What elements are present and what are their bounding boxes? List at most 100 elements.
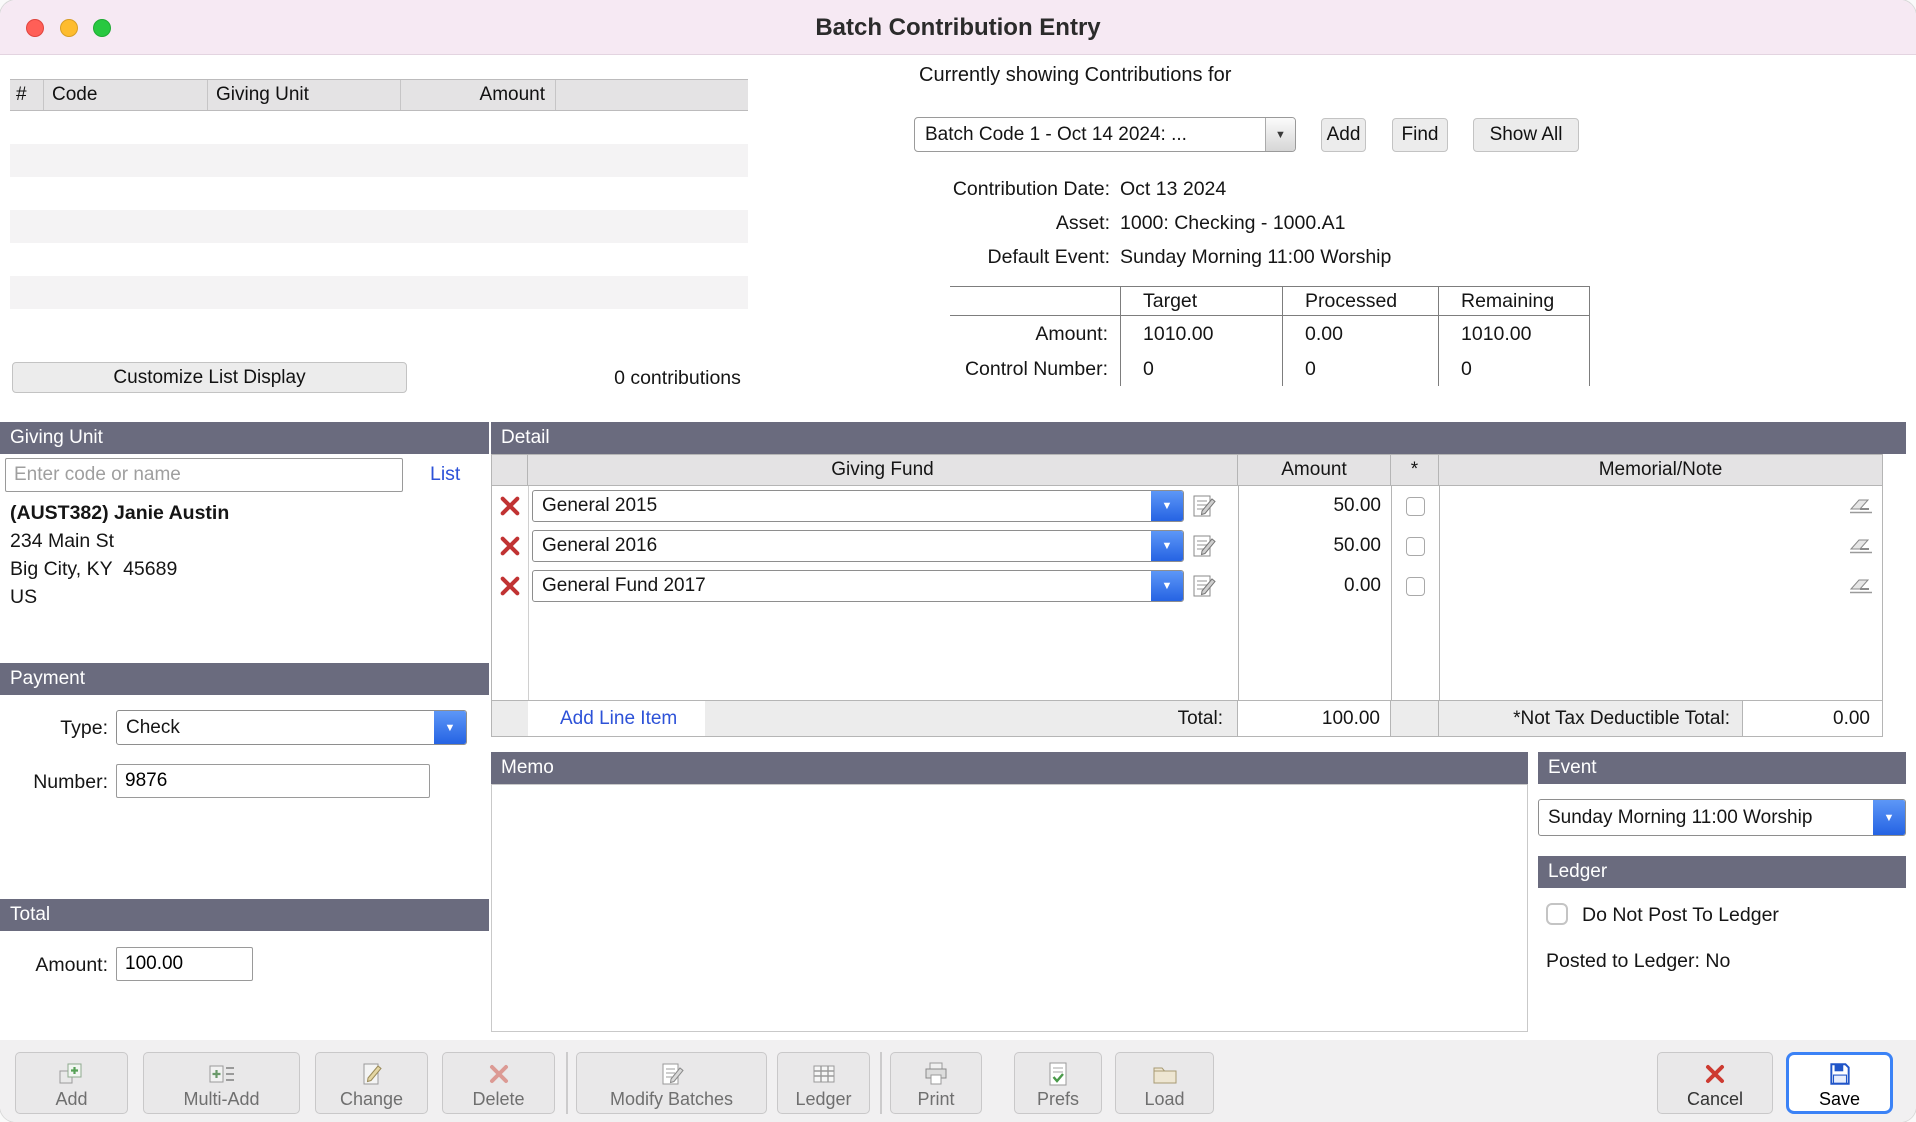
payment-type-select[interactable]: Check ▼ xyxy=(116,710,467,745)
payment-type-value: Check xyxy=(117,717,434,739)
edit-note-icon xyxy=(1192,493,1216,519)
close-window-button[interactable] xyxy=(26,19,44,37)
modify-batches-button[interactable]: Modify Batches xyxy=(576,1052,767,1114)
chevron-down-icon: ▼ xyxy=(1873,800,1905,835)
currently-showing-label: Currently showing Contributions for xyxy=(919,64,1231,87)
zoom-window-button[interactable] xyxy=(93,19,111,37)
change-button[interactable]: Change xyxy=(315,1052,428,1114)
memorial-note-cell[interactable] xyxy=(1440,566,1882,606)
summary-amount-remaining: 1010.00 xyxy=(1438,316,1590,352)
batch-summary-table: Target Processed Remaining Amount: 1010.… xyxy=(950,286,1590,386)
edit-line-button[interactable] xyxy=(1192,573,1216,599)
ledger-button[interactable]: Ledger xyxy=(777,1052,870,1114)
memorial-note-cell[interactable] xyxy=(1440,486,1882,526)
contributions-list: # Code Giving Unit Amount xyxy=(10,79,748,342)
posted-to-ledger-status: Posted to Ledger: No xyxy=(1546,950,1730,973)
not-tax-deductible-checkbox[interactable] xyxy=(1406,577,1425,596)
summary-header-remaining: Remaining xyxy=(1438,286,1590,316)
add-line-item-link[interactable]: Add Line Item xyxy=(560,708,677,730)
event-section-header: Event xyxy=(1538,752,1906,784)
footer-delete-column xyxy=(492,701,528,736)
column-header-code[interactable]: Code xyxy=(44,80,208,110)
chevron-down-icon: ▼ xyxy=(1151,491,1183,521)
prefs-button[interactable]: Prefs xyxy=(1014,1052,1102,1114)
save-button-label: Save xyxy=(1819,1089,1860,1110)
total-amount-input[interactable] xyxy=(116,947,253,981)
batch-find-button[interactable]: Find xyxy=(1392,118,1448,152)
contribution-date-value: Oct 13 2024 xyxy=(1120,178,1226,201)
batch-select[interactable]: Batch Code 1 - Oct 14 2024: ... ▼ xyxy=(914,117,1296,152)
line-amount-cell[interactable]: 50.00 xyxy=(1239,486,1391,526)
giving-fund-select[interactable]: General Fund 2017 ▼ xyxy=(532,570,1184,602)
batch-add-button[interactable]: Add xyxy=(1321,118,1366,152)
chevron-down-icon: ▼ xyxy=(1151,571,1183,601)
cancel-button[interactable]: Cancel xyxy=(1657,1052,1773,1114)
edit-line-button[interactable] xyxy=(1192,533,1216,559)
batch-contribution-entry-window: Batch Contribution Entry # Code Giving U… xyxy=(0,0,1916,1122)
giving-fund-value: General 2016 xyxy=(533,535,1151,557)
add-button-label: Add xyxy=(55,1089,87,1110)
not-tax-deductible-checkbox[interactable] xyxy=(1406,497,1425,516)
payment-number-label: Number: xyxy=(0,771,108,794)
chevron-down-icon: ▼ xyxy=(434,711,466,744)
change-icon xyxy=(359,1059,385,1089)
summary-amount-processed: 0.00 xyxy=(1282,316,1438,352)
load-button-label: Load xyxy=(1144,1089,1184,1110)
giving-fund-select[interactable]: General 2016 ▼ xyxy=(532,530,1184,562)
save-button[interactable]: Save xyxy=(1786,1052,1893,1114)
summary-control-number-label: Control Number: xyxy=(950,352,1120,386)
chevron-down-icon: ▼ xyxy=(1265,118,1295,151)
giving-fund-select[interactable]: General 2015 ▼ xyxy=(532,490,1184,522)
address-line: US xyxy=(10,583,229,611)
memorial-note-cell[interactable] xyxy=(1440,526,1882,566)
event-select[interactable]: Sunday Morning 11:00 Worship ▼ xyxy=(1538,799,1906,836)
multi-add-button[interactable]: Multi-Add xyxy=(143,1052,300,1114)
titlebar: Batch Contribution Entry xyxy=(0,0,1916,55)
not-tax-deductible-checkbox[interactable] xyxy=(1406,537,1425,556)
cancel-icon xyxy=(1703,1059,1727,1089)
delete-x-icon xyxy=(499,575,521,597)
detail-header-star: * xyxy=(1391,455,1439,485)
giving-unit-list-link[interactable]: List xyxy=(430,463,460,486)
detail-header-delete-column xyxy=(492,455,528,485)
delete-line-button[interactable] xyxy=(492,526,528,566)
load-button[interactable]: Load xyxy=(1115,1052,1214,1114)
detail-table-header: Giving Fund Amount * Memorial/Note xyxy=(491,454,1883,486)
batch-show-all-button[interactable]: Show All xyxy=(1473,118,1579,152)
list-row-empty xyxy=(10,111,748,144)
detail-total-label: Total: xyxy=(1178,708,1237,730)
toolbar-separator xyxy=(880,1052,882,1114)
column-header-number[interactable]: # xyxy=(10,80,44,110)
print-button[interactable]: Print xyxy=(890,1052,982,1114)
detail-header-amount: Amount xyxy=(1238,455,1391,485)
edit-note-icon xyxy=(1192,533,1216,559)
line-amount-cell[interactable]: 0.00 xyxy=(1239,566,1391,606)
delete-button[interactable]: Delete xyxy=(442,1052,555,1114)
prefs-icon xyxy=(1046,1059,1070,1089)
summary-amount-target: 1010.00 xyxy=(1120,316,1282,352)
payment-number-input[interactable] xyxy=(116,764,430,798)
summary-corner-cell xyxy=(950,286,1120,316)
giving-unit-search-input[interactable] xyxy=(5,458,403,492)
do-not-post-to-ledger-checkbox[interactable] xyxy=(1546,903,1568,925)
batch-selector-row: Batch Code 1 - Oct 14 2024: ... ▼ Add Fi… xyxy=(914,117,1579,152)
customize-list-display-button[interactable]: Customize List Display xyxy=(12,362,407,393)
delete-line-button[interactable] xyxy=(492,566,528,606)
line-amount-cell[interactable]: 50.00 xyxy=(1239,526,1391,566)
contribution-date-label: Contribution Date: xyxy=(750,178,1110,201)
add-button[interactable]: Add xyxy=(15,1052,128,1114)
address-line: Big City, KY 45689 xyxy=(10,555,229,583)
minimize-window-button[interactable] xyxy=(60,19,78,37)
edit-line-button[interactable] xyxy=(1192,493,1216,519)
column-header-amount[interactable]: Amount xyxy=(401,80,556,110)
memo-input[interactable] xyxy=(491,784,1528,1032)
save-icon xyxy=(1827,1059,1853,1089)
cancel-button-label: Cancel xyxy=(1687,1089,1743,1110)
batch-info: Contribution Date: Oct 13 2024 Asset: 10… xyxy=(750,172,1391,274)
summary-header-target: Target xyxy=(1120,286,1282,316)
detail-table-footer: Add Line Item Total: 100.00 *Not Tax Ded… xyxy=(491,700,1883,737)
delete-line-button[interactable] xyxy=(492,486,528,526)
column-header-giving-unit[interactable]: Giving Unit xyxy=(208,80,401,110)
summary-control-target: 0 xyxy=(1120,352,1282,386)
default-event-value: Sunday Morning 11:00 Worship xyxy=(1120,246,1391,269)
